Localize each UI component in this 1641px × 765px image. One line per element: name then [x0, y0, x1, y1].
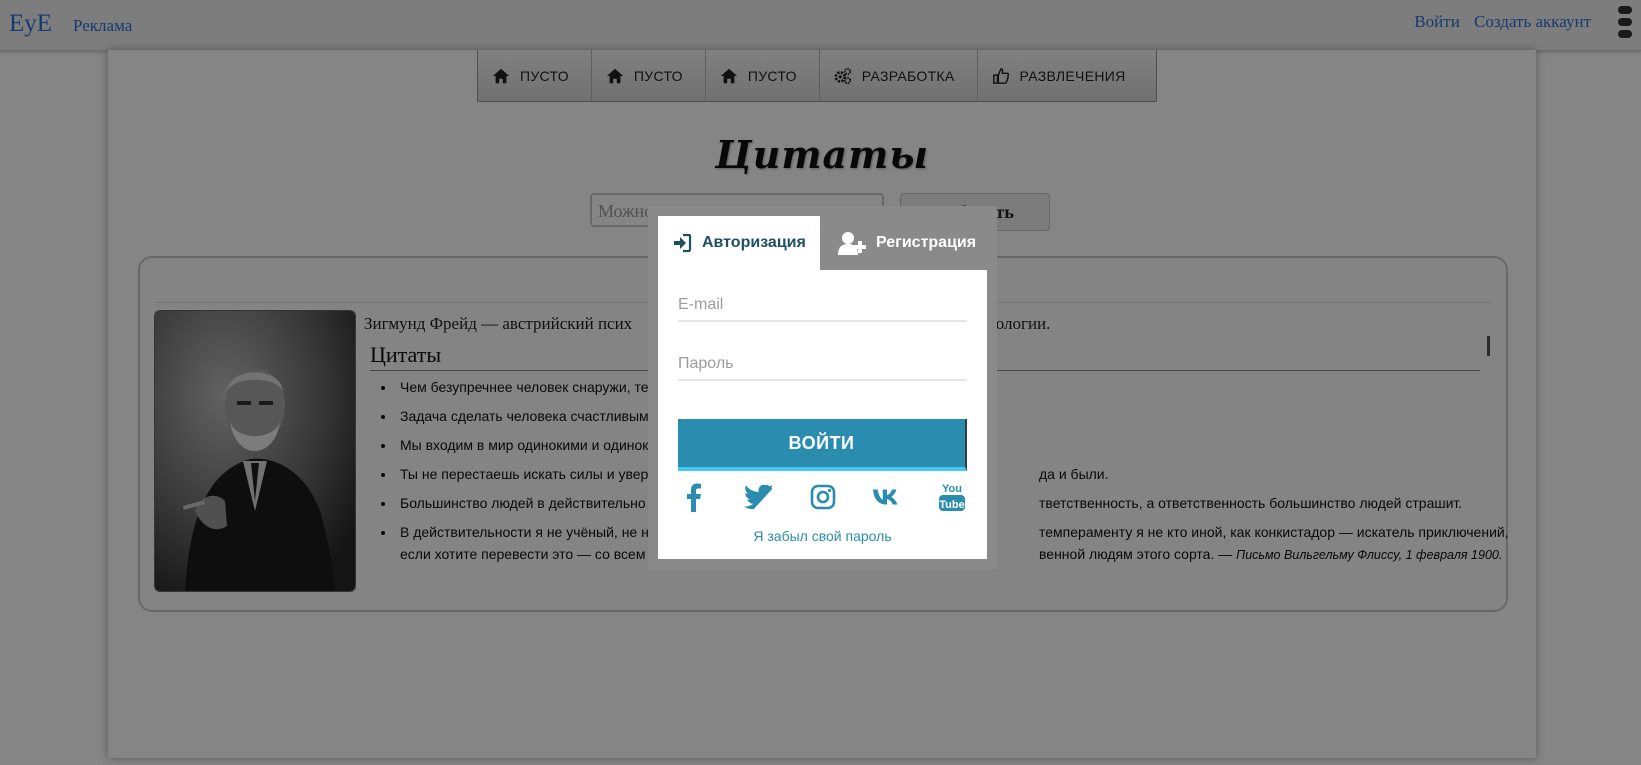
svg-text:You: You	[942, 483, 962, 495]
password-field[interactable]: Пароль	[678, 349, 967, 381]
login-button[interactable]: ВОЙТИ	[678, 419, 967, 471]
sign-in-icon	[674, 233, 692, 253]
tab-login[interactable]: Авторизация	[658, 216, 820, 270]
youtube-icon[interactable]: You Tube	[937, 482, 967, 512]
add-user-icon	[838, 232, 866, 255]
tab-register-label: Регистрация	[876, 234, 977, 251]
auth-tabs: Авторизация Регистрация	[658, 216, 987, 270]
svg-text:Tube: Tube	[939, 499, 964, 511]
social-links: You Tube	[678, 479, 967, 515]
email-field[interactable]: E-mail	[678, 290, 967, 322]
twitter-icon[interactable]	[743, 482, 773, 512]
auth-modal-body: Авторизация Регистрация E-mail Пароль ВО…	[658, 216, 987, 559]
auth-modal: Авторизация Регистрация E-mail Пароль ВО…	[648, 206, 997, 569]
facebook-icon[interactable]	[678, 482, 708, 512]
tab-login-label: Авторизация	[702, 234, 806, 251]
instagram-icon[interactable]	[808, 482, 838, 512]
vk-icon[interactable]	[872, 482, 902, 512]
tab-register[interactable]: Регистрация	[820, 216, 987, 270]
forgot-password-link[interactable]: Я забыл свой пароль	[658, 528, 987, 544]
